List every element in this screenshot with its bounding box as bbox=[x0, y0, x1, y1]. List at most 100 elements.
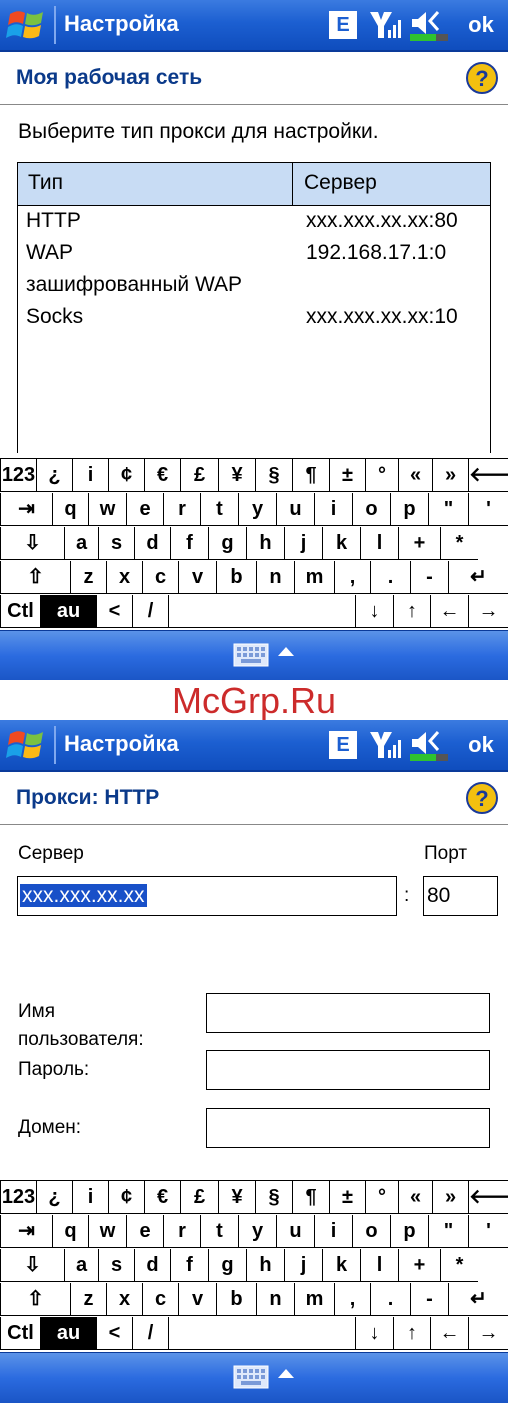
soft-keyboard[interactable]: 123 ¿ i ¢ € £ ¥ § ¶ ± ° «» 🡐 ⇥ q w e r t y u i o p " ' ⇩ a s d f g h j k l +… bbox=[0, 458, 508, 629]
numbers-key[interactable]: 123 bbox=[0, 1181, 36, 1214]
input-indicator-icon[interactable]: E bbox=[329, 731, 357, 759]
key[interactable]: l bbox=[360, 527, 398, 560]
key[interactable]: n bbox=[256, 561, 294, 594]
ok-button[interactable]: ok bbox=[463, 8, 499, 42]
key[interactable]: » bbox=[432, 459, 468, 492]
space-key[interactable] bbox=[168, 595, 355, 628]
key[interactable]: < bbox=[96, 595, 132, 628]
tab-key[interactable]: ⇥ bbox=[0, 493, 52, 526]
backspace-key[interactable]: 🡐 bbox=[468, 459, 508, 492]
key[interactable]: ¶ bbox=[292, 459, 329, 492]
key[interactable]: ¶ bbox=[292, 1181, 329, 1214]
key[interactable]: v bbox=[178, 1283, 216, 1316]
arrow-up-key[interactable]: ↑ bbox=[393, 1317, 430, 1350]
key[interactable]: ' bbox=[468, 1215, 508, 1248]
key[interactable]: y bbox=[238, 493, 276, 526]
enter-key[interactable]: ↵ bbox=[448, 1283, 508, 1316]
key[interactable]: + bbox=[398, 1249, 440, 1282]
key[interactable]: z bbox=[70, 561, 106, 594]
key[interactable]: « bbox=[398, 1181, 432, 1214]
key[interactable]: u bbox=[276, 493, 314, 526]
key[interactable]: ° bbox=[365, 1181, 398, 1214]
soft-keyboard[interactable]: 123 ¿ i ¢ € £ ¥ § ¶ ± ° «» 🡐 ⇥ q w e r t y u i o p " ' ⇩ a s d f g h j k l +… bbox=[0, 1180, 508, 1351]
list-item[interactable]: WAP 192.168.17.1:0 bbox=[18, 239, 490, 271]
key[interactable]: + bbox=[398, 527, 440, 560]
arrow-left-key[interactable]: ← bbox=[430, 1317, 468, 1350]
key[interactable]: v bbox=[178, 561, 216, 594]
key[interactable]: < bbox=[96, 1317, 132, 1350]
port-input[interactable]: 80 bbox=[423, 876, 498, 916]
proxy-list[interactable]: Тип Сервер HTTP xxx.xxx.xx.xx:80 WAP 192… bbox=[17, 162, 491, 453]
key[interactable]: b bbox=[216, 561, 256, 594]
arrow-right-key[interactable]: → bbox=[468, 1317, 508, 1350]
key[interactable]: x bbox=[106, 1283, 142, 1316]
key[interactable]: i bbox=[72, 459, 108, 492]
key[interactable]: x bbox=[106, 561, 142, 594]
key[interactable]: h bbox=[246, 527, 284, 560]
signal-icon[interactable] bbox=[368, 728, 402, 762]
key[interactable]: c bbox=[142, 1283, 178, 1316]
key[interactable]: g bbox=[208, 1249, 246, 1282]
keyboard-icon[interactable] bbox=[233, 1365, 269, 1389]
key[interactable]: r bbox=[163, 1215, 200, 1248]
list-item[interactable]: HTTP xxx.xxx.xx.xx:80 bbox=[18, 207, 490, 239]
key[interactable]: p bbox=[390, 493, 428, 526]
key[interactable]: r bbox=[163, 493, 200, 526]
key[interactable]: € bbox=[144, 459, 180, 492]
key[interactable]: s bbox=[98, 1249, 134, 1282]
key[interactable]: j bbox=[284, 1249, 322, 1282]
key[interactable]: ° bbox=[365, 459, 398, 492]
key[interactable]: q bbox=[52, 1215, 88, 1248]
key[interactable]: z bbox=[70, 1283, 106, 1316]
key[interactable]: " bbox=[428, 493, 468, 526]
column-header-server[interactable]: Сервер bbox=[304, 171, 377, 195]
key[interactable]: h bbox=[246, 1249, 284, 1282]
key[interactable]: y bbox=[238, 1215, 276, 1248]
input-indicator-icon[interactable]: E bbox=[329, 11, 357, 39]
key[interactable]: o bbox=[352, 493, 390, 526]
key[interactable]: b bbox=[216, 1283, 256, 1316]
key[interactable]: / bbox=[132, 595, 168, 628]
key[interactable]: s bbox=[98, 527, 134, 560]
arrow-down-key[interactable]: ↓ bbox=[355, 595, 393, 628]
signal-icon[interactable] bbox=[368, 8, 402, 42]
key[interactable]: u bbox=[276, 1215, 314, 1248]
column-header-type[interactable]: Тип bbox=[28, 171, 63, 195]
speaker-icon[interactable] bbox=[410, 728, 450, 762]
key[interactable]: f bbox=[170, 1249, 208, 1282]
key[interactable]: a bbox=[64, 1249, 98, 1282]
key[interactable]: m bbox=[294, 1283, 334, 1316]
key[interactable]: - bbox=[410, 561, 448, 594]
username-input[interactable] bbox=[206, 993, 490, 1033]
key[interactable]: £ bbox=[180, 1181, 218, 1214]
key[interactable]: . bbox=[370, 561, 410, 594]
ok-button[interactable]: ok bbox=[463, 728, 499, 762]
speaker-icon[interactable] bbox=[410, 8, 450, 42]
chevron-up-icon[interactable] bbox=[278, 1369, 294, 1378]
ctrl-key[interactable]: Ctl bbox=[0, 595, 40, 628]
space-key[interactable] bbox=[168, 1317, 355, 1350]
key[interactable]: k bbox=[322, 1249, 360, 1282]
key[interactable]: ± bbox=[329, 1181, 365, 1214]
numbers-key[interactable]: 123 bbox=[0, 459, 36, 492]
key[interactable]: ¥ bbox=[218, 459, 255, 492]
tab-key[interactable]: ⇥ bbox=[0, 1215, 52, 1248]
backspace-key[interactable]: 🡐 bbox=[468, 1181, 508, 1214]
key[interactable]: f bbox=[170, 527, 208, 560]
server-input[interactable]: xxx.xxx.xx.xx bbox=[17, 876, 397, 916]
key[interactable]: « bbox=[398, 459, 432, 492]
key[interactable]: ¿ bbox=[36, 459, 72, 492]
arrow-right-key[interactable]: → bbox=[468, 595, 508, 628]
key[interactable]: m bbox=[294, 561, 334, 594]
key[interactable]: ¢ bbox=[108, 459, 144, 492]
key[interactable]: " bbox=[428, 1215, 468, 1248]
key[interactable]: / bbox=[132, 1317, 168, 1350]
key[interactable]: i bbox=[314, 493, 352, 526]
arrow-down-key[interactable]: ↓ bbox=[355, 1317, 393, 1350]
key[interactable]: , bbox=[334, 561, 370, 594]
password-input[interactable] bbox=[206, 1050, 490, 1090]
key[interactable]: € bbox=[144, 1181, 180, 1214]
key[interactable]: c bbox=[142, 561, 178, 594]
key[interactable]: p bbox=[390, 1215, 428, 1248]
key[interactable]: o bbox=[352, 1215, 390, 1248]
